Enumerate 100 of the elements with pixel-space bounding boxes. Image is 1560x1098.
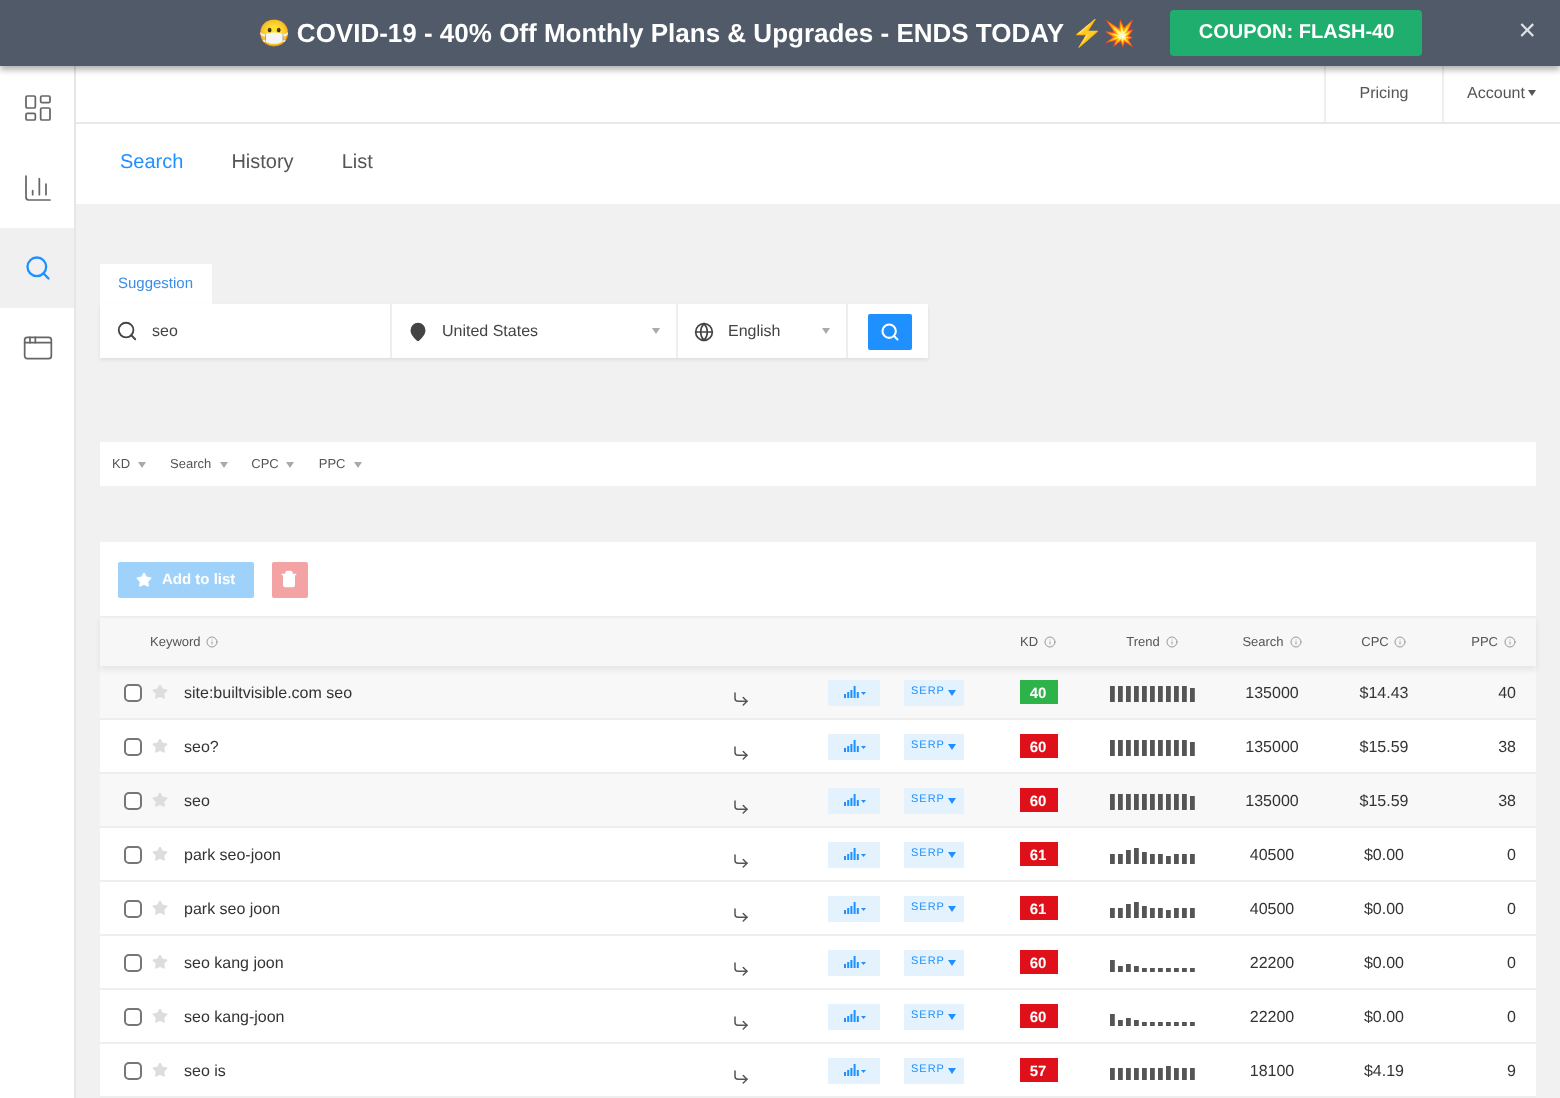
search-icon (116, 320, 138, 342)
ppc-cell: 38 (1498, 737, 1516, 755)
chart-button[interactable] (828, 949, 880, 975)
delete-button[interactable] (271, 561, 308, 597)
ppc-cell: 40 (1498, 683, 1516, 701)
row-checkbox[interactable] (123, 791, 141, 809)
chart-button[interactable] (828, 733, 880, 759)
star-icon[interactable] (152, 684, 168, 700)
info-icon (1044, 636, 1057, 648)
cpc-cell: $0.00 (1363, 953, 1405, 971)
window-icon (21, 332, 53, 364)
arrow-icon[interactable] (732, 1013, 750, 1031)
row-checkbox[interactable] (123, 845, 141, 863)
row-checkbox[interactable] (123, 899, 141, 917)
trend-sparkline (1109, 845, 1195, 863)
info-icon (1394, 636, 1407, 648)
search-volume-cell: 135000 (1245, 737, 1299, 755)
chart-button[interactable] (828, 1003, 880, 1029)
arrow-icon[interactable] (732, 851, 750, 869)
keyword-cell-text: seo? (182, 737, 221, 755)
coupon-button[interactable]: COUPON: FLASH-40 (1170, 10, 1423, 56)
arrow-icon[interactable] (732, 1067, 750, 1085)
cpc-cell: $14.43 (1359, 683, 1409, 701)
search-volume-cell: 40500 (1249, 845, 1295, 863)
pin-icon (408, 321, 428, 341)
info-icon (1504, 636, 1516, 648)
promo-text: 😷 COVID-19 - 40% Off Monthly Plans & Upgrades - ENDS TODAY ⚡💥 (257, 18, 1135, 48)
keyword-cell-text: seo kang joon (182, 953, 286, 971)
trend-sparkline (1109, 683, 1195, 701)
search-volume-cell: 22200 (1249, 953, 1295, 971)
trend-sparkline (1109, 791, 1195, 809)
ppc-cell: 0 (1507, 1007, 1516, 1025)
keyword-cell-text: seo is (182, 1061, 228, 1079)
bar-chart-icon (843, 686, 865, 698)
nav-link[interactable]: Pricing (1324, 66, 1442, 122)
chart-button[interactable] (828, 841, 880, 867)
close-button[interactable]: × (1510, 16, 1544, 48)
keyword-cell-text: park seo joon (182, 899, 283, 917)
chart-button[interactable] (828, 679, 880, 705)
bar-chart-icon (843, 794, 865, 806)
account-menu[interactable]: Account (1442, 66, 1560, 122)
chart-button[interactable] (828, 787, 880, 813)
tab[interactable]: List (341, 152, 373, 175)
cpc-cell: $15.59 (1359, 737, 1409, 755)
search-button[interactable] (868, 313, 912, 349)
bar-chart-icon (843, 848, 865, 860)
tab[interactable]: History (231, 152, 294, 175)
row-checkbox[interactable] (123, 737, 141, 755)
bar-chart-icon (21, 172, 53, 204)
ppc-cell: 0 (1507, 845, 1516, 863)
tab[interactable]: Search (120, 152, 184, 175)
keyword-cell-text: park seo-joon (182, 845, 283, 863)
ppc-cell: 0 (1507, 899, 1516, 917)
bar-chart-icon (843, 956, 865, 968)
search-icon (23, 254, 51, 282)
trend-sparkline (1109, 737, 1195, 755)
bar-chart-icon (843, 740, 865, 752)
search-volume-cell: 40500 (1249, 899, 1295, 917)
star-icon[interactable] (152, 792, 168, 808)
trend-sparkline (1109, 1061, 1195, 1079)
arrow-icon[interactable] (732, 743, 750, 761)
search-volume-cell: 22200 (1249, 1007, 1295, 1025)
star-icon[interactable] (152, 738, 168, 754)
ppc-cell: 9 (1507, 1061, 1516, 1079)
arrow-icon[interactable] (732, 959, 750, 977)
star-icon[interactable] (152, 954, 168, 970)
country-dropdown[interactable]: United States (392, 304, 678, 358)
star-icon[interactable] (152, 1062, 168, 1078)
globe-icon (694, 321, 714, 341)
cpc-cell: $0.00 (1363, 1007, 1405, 1025)
ppc-cell: 38 (1498, 791, 1516, 809)
row-checkbox[interactable] (123, 683, 141, 701)
info-icon (1289, 636, 1302, 648)
chart-button[interactable] (828, 895, 880, 921)
ppc-cell: 0 (1507, 953, 1516, 971)
info-icon (206, 636, 219, 648)
bar-chart-icon (843, 1010, 865, 1022)
dashboard-icon (21, 92, 53, 124)
language-dropdown[interactable]: English (678, 304, 848, 358)
keyword-cell-text: seo (182, 791, 212, 809)
trash-icon (280, 570, 299, 588)
search-volume-cell: 135000 (1245, 791, 1299, 809)
sidebar-item[interactable] (0, 228, 74, 308)
bar-chart-icon (843, 1064, 865, 1076)
info-icon (1165, 636, 1178, 648)
star-icon[interactable] (152, 900, 168, 916)
row-checkbox[interactable] (123, 1007, 141, 1025)
trend-sparkline (1109, 899, 1195, 917)
star-icon[interactable] (152, 846, 168, 862)
chart-button[interactable] (828, 1057, 880, 1083)
arrow-icon[interactable] (732, 905, 750, 923)
row-checkbox[interactable] (123, 953, 141, 971)
keyword-field[interactable]: seo (100, 304, 392, 358)
row-checkbox[interactable] (123, 1061, 141, 1079)
arrow-icon[interactable] (732, 797, 750, 815)
arrow-icon[interactable] (732, 689, 750, 707)
star-icon[interactable] (152, 1008, 168, 1024)
cpc-cell: $4.19 (1363, 1061, 1405, 1079)
search-volume-cell: 18100 (1249, 1061, 1295, 1079)
keyword-cell-text: site:builtvisible.com seo (182, 683, 355, 701)
